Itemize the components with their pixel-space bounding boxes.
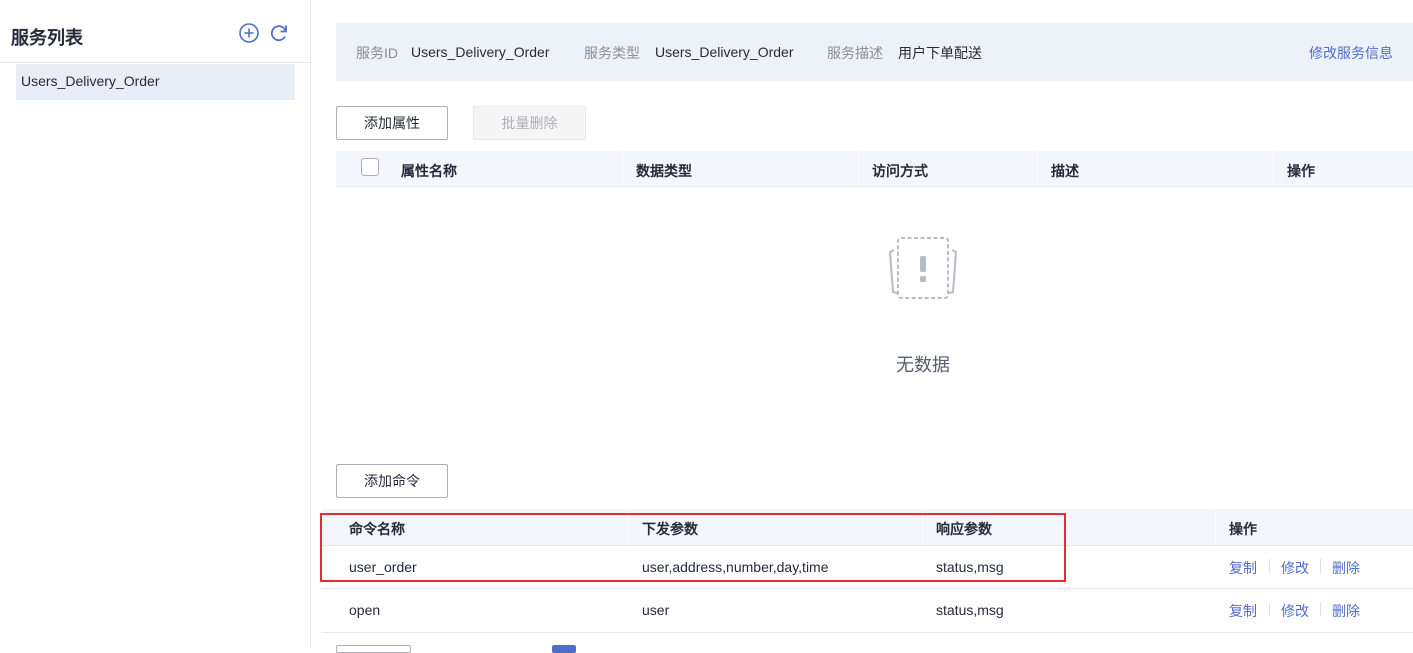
- edit-command-button[interactable]: 修改: [1281, 558, 1309, 578]
- col-access-mode: 访问方式: [872, 163, 928, 179]
- column-divider: [858, 151, 859, 187]
- copy-command-button[interactable]: 复制: [1229, 601, 1257, 621]
- add-property-button[interactable]: 添加属性: [336, 106, 448, 140]
- service-id-label: 服务ID: [356, 45, 398, 61]
- empty-text: 无数据: [896, 355, 950, 375]
- action-separator: [1320, 602, 1321, 616]
- copy-command-button[interactable]: 复制: [1229, 558, 1257, 578]
- select-all-checkbox[interactable]: [361, 158, 379, 176]
- delete-command-button[interactable]: 删除: [1332, 558, 1360, 578]
- action-separator: [1320, 559, 1321, 573]
- edit-command-button[interactable]: 修改: [1281, 601, 1309, 621]
- sidebar-title: 服务列表: [11, 28, 83, 48]
- service-desc-label: 服务描述: [827, 45, 883, 61]
- service-id-value: Users_Delivery_Order: [411, 44, 550, 60]
- column-divider: [1037, 151, 1038, 187]
- column-divider: [622, 151, 623, 187]
- col-operations: 操作: [1287, 163, 1315, 179]
- service-desc-value: 用户下单配送: [898, 45, 982, 61]
- action-separator: [1269, 602, 1270, 616]
- col-command-operations: 操作: [1229, 521, 1257, 537]
- edit-service-link[interactable]: 修改服务信息: [1309, 43, 1393, 63]
- col-description: 描述: [1051, 163, 1079, 179]
- batch-delete-button[interactable]: 批量删除: [473, 106, 586, 140]
- col-data-type: 数据类型: [636, 163, 692, 179]
- command-params-cell: user: [642, 602, 670, 618]
- row-divider: [322, 588, 1413, 589]
- column-divider: [1215, 509, 1216, 545]
- sidebar-divider: [0, 62, 310, 63]
- delete-command-button[interactable]: 删除: [1332, 601, 1360, 621]
- col-property-name: 属性名称: [401, 163, 457, 179]
- service-list-item[interactable]: Users_Delivery_Order: [16, 64, 295, 100]
- header-bottom-line: [336, 186, 1413, 187]
- column-divider: [1273, 151, 1274, 187]
- page-size-select[interactable]: [336, 645, 411, 653]
- highlight-box: [320, 513, 1066, 582]
- service-type-value: Users_Delivery_Order: [655, 44, 794, 60]
- empty-data-icon: [888, 236, 958, 305]
- service-type-label: 服务类型: [584, 45, 640, 61]
- refresh-icon[interactable]: [268, 22, 290, 44]
- action-separator: [1269, 559, 1270, 573]
- command-response-cell: status,msg: [936, 602, 1004, 618]
- service-item-label: Users_Delivery_Order: [21, 73, 160, 89]
- add-service-icon[interactable]: [238, 22, 260, 44]
- current-page-indicator[interactable]: [552, 645, 576, 653]
- add-command-button[interactable]: 添加命令: [336, 464, 448, 498]
- command-name-cell: open: [349, 602, 381, 618]
- row-divider: [322, 632, 1413, 633]
